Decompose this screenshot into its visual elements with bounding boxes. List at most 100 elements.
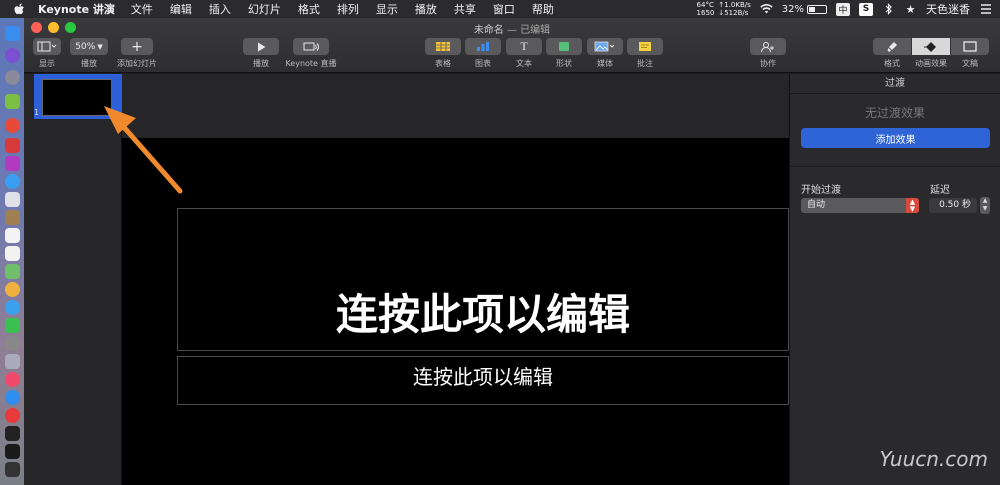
delay-stepper[interactable]: ▲ ▼ [980, 197, 990, 214]
plus-icon: + [131, 38, 143, 55]
finder-icon[interactable] [5, 26, 20, 41]
apple-icon[interactable] [12, 2, 26, 16]
title-placeholder[interactable]: 连按此项以编辑 [177, 208, 789, 351]
shape-button[interactable] [546, 38, 582, 55]
keynote-live-icon [303, 42, 319, 51]
fan-speed: 1650 [696, 9, 715, 17]
slide-navigator: 1 [24, 74, 122, 485]
start-transition-label: 开始过渡 [801, 185, 841, 196]
notes-icon[interactable] [5, 210, 20, 225]
start-transition-select[interactable]: 自动 ▲ ▼ [801, 198, 919, 213]
chart-label: 图表 [475, 59, 491, 68]
keynote-live-button[interactable] [293, 38, 329, 55]
inspector-divider [790, 166, 1000, 167]
play-label: 播放 [253, 59, 269, 68]
net-download: ↓512B/s [718, 9, 749, 17]
activity-monitor-icon[interactable] [5, 444, 20, 459]
media-button[interactable] [587, 38, 623, 55]
menu-file[interactable]: 文件 [131, 1, 153, 17]
siri-icon[interactable] [5, 48, 20, 63]
document-button[interactable] [951, 38, 989, 55]
menu-share[interactable]: 共享 [454, 1, 476, 17]
app-icon-purple[interactable] [5, 156, 20, 171]
user-name[interactable]: 天色迷香 [926, 1, 970, 17]
paintbrush-icon [887, 41, 897, 52]
app-icon-gray[interactable] [5, 354, 20, 369]
view-button[interactable] [33, 38, 61, 55]
battery-status[interactable]: 32% [782, 4, 827, 15]
menu-bar: Keynote 讲演 文件 编辑 插入 幻灯片 格式 排列 显示 播放 共享 窗… [0, 0, 1000, 18]
menu-edit[interactable]: 编辑 [170, 1, 192, 17]
document-name[interactable]: 未命名 [474, 25, 504, 36]
system-stats[interactable]: 64°C 1650 ↑1.0KB/s ↓512B/s [697, 1, 751, 17]
system-prefs-icon[interactable] [5, 336, 20, 351]
messages-icon[interactable] [5, 300, 20, 315]
menu-slide[interactable]: 幻灯片 [248, 1, 281, 17]
maps-icon[interactable] [5, 264, 20, 279]
menu-arrange[interactable]: 排列 [337, 1, 359, 17]
add-slide-label: 添加幻灯片 [117, 59, 157, 68]
inspector-header[interactable]: 过渡 [790, 74, 1000, 94]
terminal-icon[interactable] [5, 426, 20, 441]
launchpad-icon[interactable] [5, 70, 20, 85]
table-button[interactable] [425, 38, 461, 55]
star-icon[interactable]: ★ [904, 3, 917, 16]
table-icon [436, 42, 450, 51]
sogou-icon[interactable]: S [859, 2, 873, 16]
menu-help[interactable]: 帮助 [532, 1, 554, 17]
wechat-icon[interactable] [5, 318, 20, 333]
slide-thumbnail[interactable] [42, 79, 112, 116]
delay-label: 延迟 [930, 185, 950, 196]
menu-window[interactable]: 窗口 [493, 1, 515, 17]
music-icon[interactable] [5, 372, 20, 387]
preview-icon[interactable] [5, 192, 20, 207]
list-icon[interactable] [979, 3, 992, 15]
subtitle-placeholder[interactable]: 连按此项以编辑 [177, 356, 789, 405]
play-button[interactable] [243, 38, 279, 55]
delay-field[interactable]: 0.50 秒 [929, 198, 977, 213]
edited-status: — 已编辑 [507, 25, 551, 36]
console-icon[interactable] [5, 462, 20, 477]
android-icon[interactable] [5, 94, 20, 109]
format-button[interactable] [873, 38, 911, 55]
chrome-icon[interactable] [5, 118, 20, 133]
add-slide-button[interactable]: + [121, 38, 153, 55]
bluetooth-icon[interactable] [882, 3, 895, 15]
dock [0, 18, 24, 485]
menu-app-name[interactable]: Keynote 讲演 [38, 1, 115, 17]
zoom-menu[interactable]: 50% ▼ [70, 38, 108, 55]
document-icon [963, 41, 977, 52]
window-title: 未命名 — 已编辑 [24, 21, 1000, 36]
comment-button[interactable] [627, 38, 663, 55]
vivaldi-icon[interactable] [5, 408, 20, 423]
menu-insert[interactable]: 插入 [209, 1, 231, 17]
animate-button[interactable] [912, 38, 950, 55]
collaborate-button[interactable] [750, 38, 786, 55]
cpu-temp: 64°C [696, 1, 714, 9]
input-method-indicator[interactable]: 中 [836, 2, 850, 16]
keynote-window: 未命名 — 已编辑 显示 50% ▼ 播放 + 添加幻灯片 播放 Keynote… [24, 18, 1000, 485]
shape-icon [559, 42, 569, 51]
document-label: 文稿 [962, 59, 978, 68]
safari-icon[interactable] [5, 174, 20, 189]
menu-format[interactable]: 格式 [298, 1, 320, 17]
menu-play[interactable]: 播放 [415, 1, 437, 17]
photos-icon[interactable] [5, 282, 20, 297]
slide-canvas: 连按此项以编辑 连按此项以编辑 [122, 74, 789, 485]
screen: Keynote 讲演 文件 编辑 插入 幻灯片 格式 排列 显示 播放 共享 窗… [0, 0, 1000, 485]
text-button[interactable]: T [506, 38, 542, 55]
comment-icon [639, 42, 651, 51]
menu-view[interactable]: 显示 [376, 1, 398, 17]
chart-button[interactable] [465, 38, 501, 55]
watermark: Yuucn.com [879, 447, 988, 471]
reminders-icon[interactable] [5, 246, 20, 261]
add-effect-button[interactable]: 添加效果 [801, 128, 990, 148]
play-icon [257, 42, 265, 51]
wifi-icon[interactable] [760, 3, 773, 15]
format-label: 格式 [884, 59, 900, 68]
app-store-icon[interactable] [5, 390, 20, 405]
slide[interactable]: 连按此项以编辑 连按此项以编辑 [122, 138, 789, 485]
calendar-icon[interactable] [5, 228, 20, 243]
app-icon-red[interactable] [5, 138, 20, 153]
collaborate-icon [761, 41, 774, 52]
